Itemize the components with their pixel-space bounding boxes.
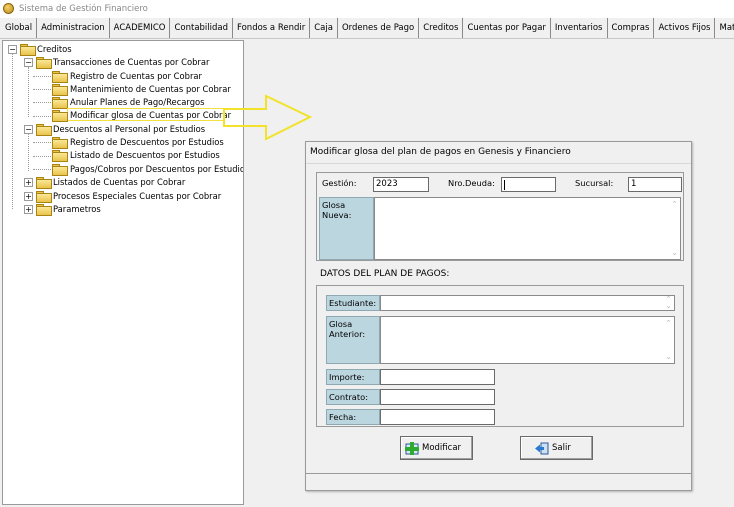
folder-icon — [52, 84, 68, 96]
expand-icon[interactable]: + — [24, 205, 33, 214]
text-cursor — [504, 180, 505, 190]
glosa-nueva-textarea[interactable]: ⌃ ⌄ — [374, 197, 681, 260]
fecha-field[interactable] — [380, 409, 495, 425]
tree-item-modificar-glosa[interactable]: Modificar glosa de Cuentas por Cobrar — [3, 109, 243, 122]
tree-item-procesos-especiales[interactable]: + Procesos Especiales Cuentas por Cobrar — [3, 190, 243, 203]
navigation-tree: − Creditos − Transacciones de Cuentas po… — [2, 40, 244, 505]
expand-icon[interactable]: + — [24, 178, 33, 187]
folder-icon — [36, 204, 52, 216]
edit-record-icon — [405, 442, 419, 455]
tree-item-creditos[interactable]: − Creditos — [3, 43, 243, 56]
nro-deuda-label: Nro.Deuda: — [448, 178, 495, 188]
tab-academico[interactable]: ACADEMICO — [110, 18, 171, 38]
tab-ordenes-de-pago[interactable]: Ordenes de Pago — [338, 18, 420, 38]
tab-cuentas-por-pagar[interactable]: Cuentas por Pagar — [463, 18, 551, 38]
scroll-down-icon[interactable]: ⌄ — [664, 353, 673, 361]
plan-de-pagos-panel: Estudiante: ⌃ ⌄ Glosa Anterior: ⌃ ⌄ Impo… — [316, 285, 684, 427]
glosa-nueva-label: Glosa Nueva: — [319, 197, 374, 260]
glosa-anterior-label: Glosa Anterior: — [326, 316, 380, 364]
tab-global[interactable]: Global — [0, 18, 38, 38]
tree-item-transacciones[interactable]: − Transacciones de Cuentas por Cobrar — [3, 56, 243, 69]
tree-item-listado-descuentos[interactable]: Listado de Descuentos por Estudios — [3, 149, 243, 162]
tree-item-registro-cxc[interactable]: Registro de Cuentas por Cobrar — [3, 70, 243, 83]
dialog-status-bar — [306, 473, 691, 474]
folder-icon — [36, 177, 52, 189]
menu-bar: Global Administracion ACADEMICO Contabilida… — [0, 18, 734, 39]
tab-compras[interactable]: Compras — [608, 18, 655, 38]
section-title: DATOS DEL PLAN DE PAGOS: — [320, 269, 450, 279]
app-icon — [3, 3, 14, 14]
modificar-glosa-dialog: Modificar glosa del plan de pagos en Gen… — [305, 141, 692, 491]
collapse-icon[interactable]: − — [24, 58, 33, 67]
salir-button[interactable]: Salir — [520, 436, 593, 460]
estudiante-field[interactable]: ⌃ ⌄ — [380, 295, 675, 311]
scroll-up-icon[interactable]: ⌃ — [670, 200, 679, 208]
tree-item-parametros[interactable]: + Parametros — [3, 203, 243, 216]
expand-icon[interactable]: + — [24, 192, 33, 201]
tab-mater[interactable]: Mater — [715, 18, 734, 38]
folder-icon — [52, 110, 68, 122]
tree-item-descuentos[interactable]: − Descuentos al Personal por Estudios — [3, 123, 243, 136]
title-bar: Sistema de Gestión Financiero — [0, 0, 734, 18]
folder-icon — [36, 124, 52, 136]
scroll-down-icon[interactable]: ⌄ — [670, 249, 679, 257]
nro-deuda-input[interactable] — [501, 177, 556, 192]
estudiante-label: Estudiante: — [326, 295, 380, 311]
collapse-icon[interactable]: − — [24, 125, 33, 134]
importe-field[interactable] — [380, 369, 495, 385]
tab-caja[interactable]: Caja — [310, 18, 338, 38]
tab-creditos[interactable]: Creditos — [419, 18, 464, 38]
scroll-up-icon[interactable]: ⌃ — [664, 319, 673, 327]
folder-icon — [36, 191, 52, 203]
glosa-anterior-textarea[interactable]: ⌃ ⌄ — [380, 316, 675, 364]
scroll-down-icon[interactable]: ⌄ — [664, 303, 673, 310]
modificar-button[interactable]: Modificar — [400, 436, 473, 460]
folder-icon — [20, 44, 36, 56]
importe-label: Importe: — [326, 369, 380, 385]
dialog-title: Modificar glosa del plan de pagos en Gen… — [310, 147, 571, 157]
folder-icon — [36, 57, 52, 69]
folder-icon — [52, 137, 68, 149]
folder-icon — [52, 97, 68, 109]
sucursal-label: Sucursal: — [575, 178, 614, 188]
tab-fondos-a-rendir[interactable]: Fondos a Rendir — [233, 18, 311, 38]
exit-door-icon — [535, 442, 549, 455]
tree-item-mantenimiento-cxc[interactable]: Mantenimiento de Cuentas por Cobrar — [3, 83, 243, 96]
gestion-label: Gestión: — [322, 178, 357, 188]
tab-administracion[interactable]: Administracion — [37, 18, 110, 38]
tree-item-registro-descuentos[interactable]: Registro de Descuentos por Estudios — [3, 136, 243, 149]
contrato-field[interactable] — [380, 389, 495, 405]
window-title: Sistema de Gestión Financiero — [19, 4, 148, 14]
annotation-arrow-icon — [223, 94, 313, 141]
folder-icon — [52, 150, 68, 162]
sucursal-input[interactable]: 1 — [628, 177, 682, 192]
tab-activos-fijos[interactable]: Activos Fijos — [654, 18, 716, 38]
tab-contabilidad[interactable]: Contabilidad — [170, 18, 234, 38]
gestion-input[interactable]: 2023 — [373, 177, 429, 192]
fecha-label: Fecha: — [326, 409, 380, 425]
collapse-icon[interactable]: − — [8, 45, 17, 54]
tab-inventarios[interactable]: Inventarios — [551, 18, 608, 38]
folder-icon — [52, 71, 68, 83]
tree-item-pagos-cobros[interactable]: Pagos/Cobros por Descuentos por Estudios — [3, 163, 243, 176]
search-panel: Gestión: 2023 Nro.Deuda: Sucursal: 1 Glo… — [316, 172, 684, 261]
tree-item-listados-cxc[interactable]: + Listados de Cuentas por Cobrar — [3, 176, 243, 189]
contrato-label: Contrato: — [326, 389, 380, 405]
folder-icon — [52, 164, 68, 176]
divider — [306, 163, 691, 164]
